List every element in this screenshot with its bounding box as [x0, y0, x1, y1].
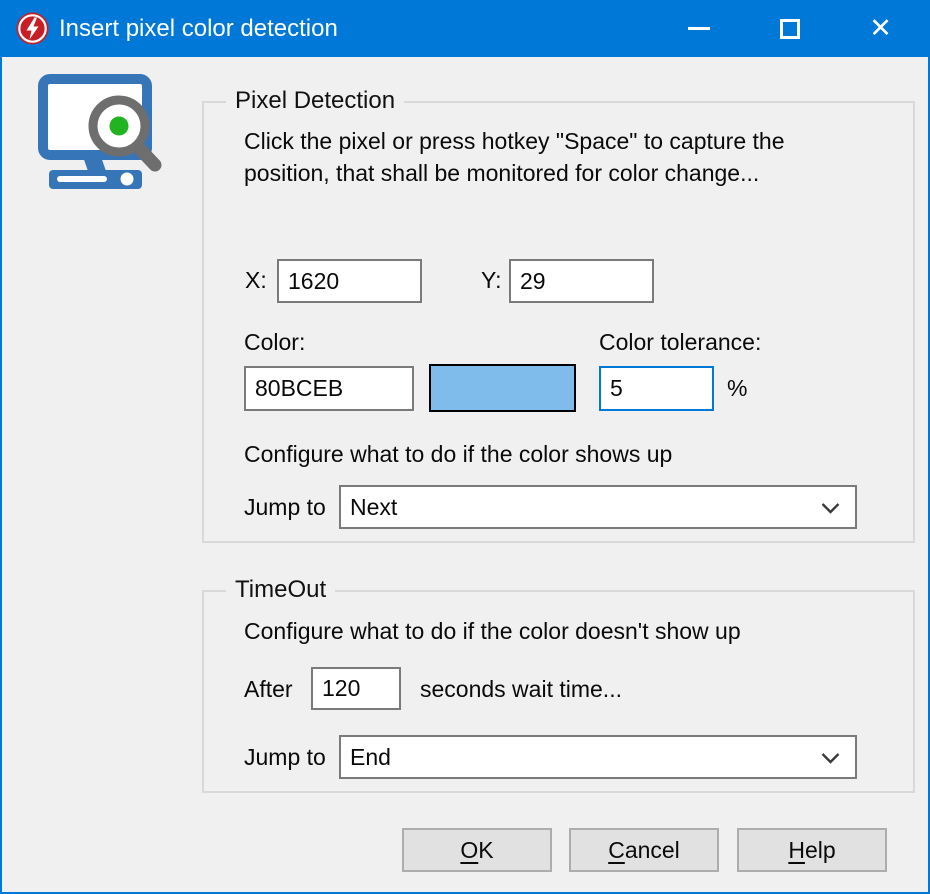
- titlebar[interactable]: Insert pixel color detection ✕: [0, 0, 930, 57]
- color-hex-input[interactable]: [244, 366, 414, 411]
- timeout-jump-to-label: Jump to: [244, 744, 326, 771]
- cancel-button-label: ancel: [625, 837, 680, 863]
- color-tolerance-label: Color tolerance:: [599, 329, 761, 356]
- y-label: Y:: [481, 267, 501, 294]
- timeout-jump-to-selected-value: End: [350, 744, 391, 771]
- x-coordinate-input[interactable]: [277, 259, 422, 303]
- wait-seconds-input[interactable]: [311, 667, 401, 710]
- timeout-group: TimeOut Configure what to do if the colo…: [202, 590, 915, 793]
- cancel-button[interactable]: Cancel: [569, 828, 719, 872]
- macro-recorder-lightning-icon: [16, 12, 49, 45]
- y-coordinate-input[interactable]: [509, 259, 654, 303]
- timeout-group-title: TimeOut: [226, 576, 335, 604]
- jump-to-selected-value: Next: [350, 494, 397, 521]
- jump-to-select[interactable]: Next: [339, 485, 857, 529]
- help-button[interactable]: Help: [737, 828, 887, 872]
- color-label: Color:: [244, 329, 305, 356]
- ok-button-mnemonic: O: [460, 837, 478, 863]
- percent-label: %: [727, 375, 747, 402]
- close-button[interactable]: ✕: [835, 0, 926, 57]
- capture-instruction-text: Click the pixel or press hotkey "Space" …: [244, 125, 864, 189]
- minimize-icon: [688, 27, 710, 30]
- seconds-wait-time-label: seconds wait time...: [420, 676, 622, 703]
- configure-shows-up-text: Configure what to do if the color shows …: [244, 441, 672, 468]
- caption-buttons: ✕: [653, 0, 926, 57]
- x-label: X:: [245, 267, 267, 294]
- ok-button-label: K: [478, 837, 493, 863]
- help-button-label: elp: [805, 837, 836, 863]
- pixel-detection-monitor-icon: [38, 74, 164, 195]
- minimize-button[interactable]: [653, 0, 744, 57]
- color-tolerance-input[interactable]: [599, 366, 714, 411]
- chevron-down-icon: [821, 744, 840, 771]
- configure-doesnt-show-up-text: Configure what to do if the color doesn'…: [244, 618, 741, 645]
- dialog-window: Insert pixel color detection ✕ P: [0, 0, 930, 894]
- pixel-detection-group: Pixel Detection Click the pixel or press…: [202, 101, 915, 543]
- chevron-down-icon: [821, 494, 840, 521]
- jump-to-label: Jump to: [244, 494, 326, 521]
- maximize-button[interactable]: [744, 0, 835, 57]
- cancel-button-mnemonic: C: [608, 837, 625, 863]
- timeout-jump-to-select[interactable]: End: [339, 735, 857, 779]
- help-button-mnemonic: H: [788, 837, 805, 863]
- window-title: Insert pixel color detection: [59, 15, 338, 43]
- close-icon: ✕: [869, 15, 892, 42]
- color-swatch[interactable]: [429, 364, 576, 412]
- pixel-detection-group-title: Pixel Detection: [226, 87, 404, 115]
- maximize-icon: [780, 19, 800, 39]
- ok-button[interactable]: OK: [402, 828, 552, 872]
- after-label: After: [244, 676, 293, 703]
